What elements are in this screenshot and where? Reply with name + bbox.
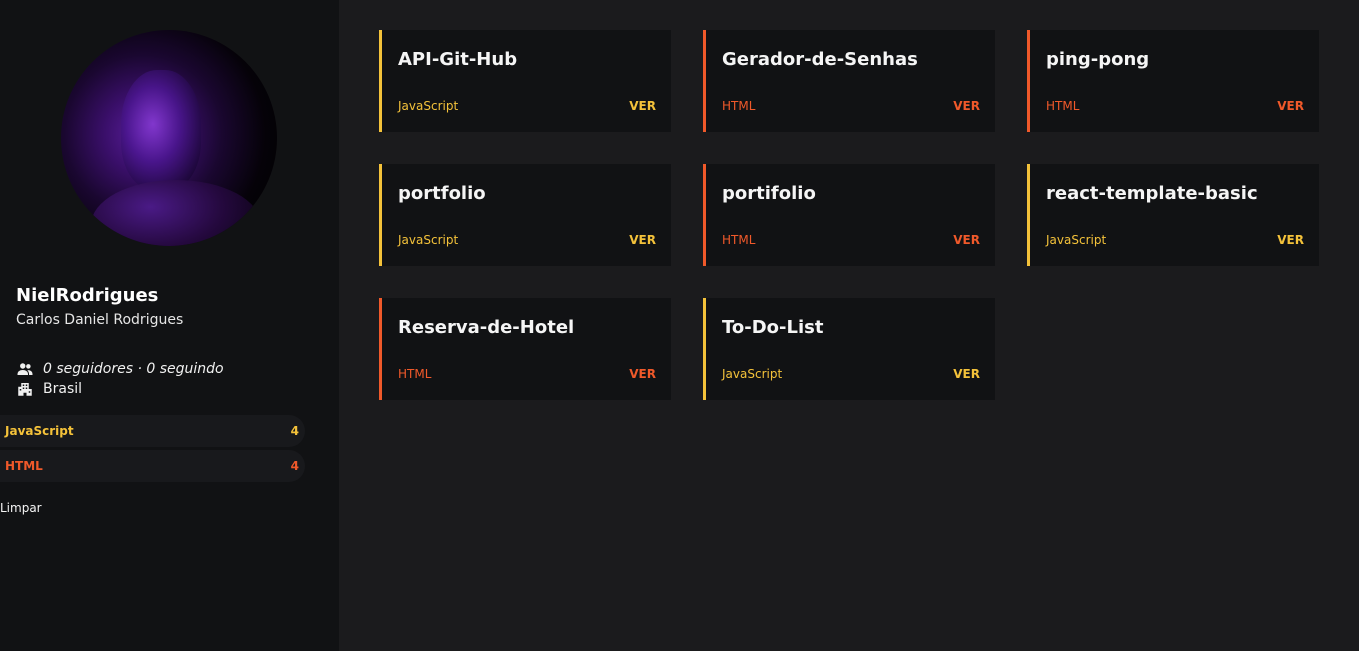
view-button[interactable]: VER [953,99,980,113]
building-icon [18,383,32,396]
filter-javascript[interactable]: JavaScript 4 [0,415,305,447]
location-row: Brasil [16,380,82,398]
view-button[interactable]: VER [1277,233,1304,247]
repo-language: HTML [398,367,432,381]
followers-text: 0 seguidores · 0 seguindo [43,361,224,377]
repo-card[interactable]: ping-pong HTML VER [1027,30,1319,132]
filter-count: 4 [290,424,299,438]
repo-language: JavaScript [1046,233,1107,247]
repo-card[interactable]: portfolio JavaScript VER [379,164,671,266]
location-text: Brasil [43,381,83,397]
view-button[interactable]: VER [629,99,656,113]
repo-card[interactable]: To-Do-List JavaScript VER [703,298,995,400]
repo-card[interactable]: portifolio HTML VER [703,164,995,266]
clear-filters-button[interactable]: Limpar [0,501,42,515]
avatar-face [121,70,201,190]
repo-title: Gerador-de-Senhas [722,49,918,70]
repo-language: JavaScript [398,233,459,247]
filter-label: JavaScript [5,424,74,438]
repo-language: HTML [722,233,756,247]
repo-title: portfolio [398,183,486,204]
profile-sidebar: NielRodrigues Carlos Daniel Rodrigues 0 … [0,0,339,651]
filter-count: 4 [290,459,299,473]
repo-card[interactable]: react-template-basic JavaScript VER [1027,164,1319,266]
repo-title: API-Git-Hub [398,49,518,70]
repo-language: HTML [722,99,756,113]
repo-language: JavaScript [722,367,783,381]
avatar [61,30,277,246]
repo-card[interactable]: Gerador-de-Senhas HTML VER [703,30,995,132]
view-button[interactable]: VER [629,367,656,381]
filter-label: HTML [5,459,43,473]
view-button[interactable]: VER [953,367,980,381]
avatar-shoulders [91,180,261,246]
repo-title: react-template-basic [1046,183,1258,204]
repo-card[interactable]: API-Git-Hub JavaScript VER [379,30,671,132]
repo-card[interactable]: Reserva-de-Hotel HTML VER [379,298,671,400]
profile-login: NielRodrigues [16,285,159,306]
view-button[interactable]: VER [1277,99,1304,113]
view-button[interactable]: VER [953,233,980,247]
repo-title: ping-pong [1046,49,1150,70]
repo-language: HTML [1046,99,1080,113]
view-button[interactable]: VER [629,233,656,247]
filter-html[interactable]: HTML 4 [0,450,305,482]
people-icon [17,363,33,375]
followers-row: 0 seguidores · 0 seguindo [16,360,224,378]
profile-full-name: Carlos Daniel Rodrigues [16,312,184,328]
repo-title: portifolio [722,183,816,204]
repo-title: To-Do-List [722,317,824,338]
repo-title: Reserva-de-Hotel [398,317,575,338]
repo-language: JavaScript [398,99,459,113]
